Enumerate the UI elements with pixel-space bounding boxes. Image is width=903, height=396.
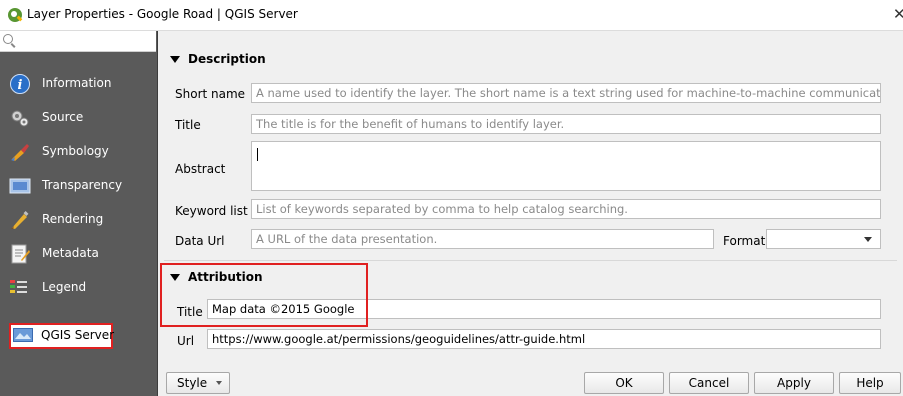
sidebar-item-label: Rendering	[42, 212, 104, 226]
format-select[interactable]	[766, 229, 881, 249]
sidebar-search-input[interactable]	[0, 31, 156, 52]
close-icon[interactable]: ✕	[893, 5, 903, 23]
format-label: Format	[723, 234, 766, 248]
description-header[interactable]: Description	[170, 52, 266, 66]
style-button-label: Style	[177, 376, 208, 390]
short-name-input[interactable]: A name used to identify the layer. The s…	[251, 83, 881, 103]
apply-button[interactable]: Apply	[754, 372, 834, 394]
sidebar-item-label: Transparency	[42, 178, 123, 192]
keyword-list-label: Keyword list	[175, 204, 248, 218]
cancel-button[interactable]: Cancel	[669, 372, 749, 394]
text-caret	[257, 148, 258, 161]
qgis-logo-icon	[8, 8, 22, 22]
abstract-textarea[interactable]	[251, 141, 881, 191]
sidebar-item-symbology[interactable]: Symbology	[0, 135, 156, 169]
sidebar-item-source[interactable]: Source	[0, 101, 156, 135]
button-bar: Style OK Cancel Apply Help	[158, 371, 903, 396]
data-url-label: Data Url	[175, 234, 225, 248]
legend-icon	[10, 280, 27, 293]
search-icon	[3, 34, 13, 44]
title-bar: Layer Properties - Google Road | QGIS Se…	[0, 0, 903, 31]
symbology-icon	[11, 144, 29, 161]
chevron-down-icon	[864, 237, 872, 242]
sidebar: i Information Source Symbology Transpare…	[0, 31, 158, 396]
svg-text:i: i	[18, 78, 23, 93]
keyword-list-input[interactable]: List of keywords separated by comma to h…	[251, 199, 881, 219]
attribution-url-input[interactable]: https://www.google.at/permissions/geogui…	[207, 329, 881, 349]
sidebar-item-transparency[interactable]: Transparency	[0, 169, 156, 203]
sidebar-item-qgis-server[interactable]: QGIS Server	[9, 323, 115, 349]
rendering-icon	[11, 211, 29, 229]
attribution-url-label: Url	[177, 334, 195, 348]
data-url-input[interactable]: A URL of the data presentation.	[251, 229, 714, 249]
source-icon	[11, 110, 29, 127]
sidebar-item-label: Source	[42, 110, 84, 124]
sidebar-item-label: Symbology	[42, 144, 109, 158]
chevron-down-icon	[216, 381, 222, 385]
transparency-icon	[9, 178, 31, 194]
ok-button[interactable]: OK	[584, 372, 664, 394]
sidebar-item-rendering[interactable]: Rendering	[0, 203, 156, 237]
sidebar-item-metadata[interactable]: Metadata	[0, 237, 156, 271]
main-panel: Description Short name A name used to id…	[158, 31, 903, 396]
title-input[interactable]: The title is for the benefit of humans t…	[251, 114, 881, 134]
style-button[interactable]: Style	[166, 372, 230, 394]
sidebar-item-label: Metadata	[42, 246, 99, 260]
abstract-label: Abstract	[175, 162, 226, 176]
qgis-server-icon	[13, 328, 33, 342]
title-label: Title	[175, 118, 201, 132]
metadata-icon	[11, 244, 30, 264]
sidebar-item-label: Legend	[42, 280, 87, 294]
description-header-label: Description	[188, 52, 266, 66]
attribution-highlight-box	[160, 263, 368, 327]
short-name-label: Short name	[175, 87, 246, 101]
sidebar-item-information[interactable]: i Information	[0, 67, 156, 101]
sidebar-item-legend[interactable]: Legend	[0, 271, 156, 305]
collapse-triangle-icon	[170, 56, 180, 63]
sidebar-item-label: QGIS Server	[41, 328, 115, 342]
sidebar-item-label: Information	[42, 76, 112, 90]
information-icon: i	[10, 74, 30, 94]
window-title: Layer Properties - Google Road | QGIS Se…	[27, 7, 298, 21]
section-divider	[164, 260, 897, 261]
help-button[interactable]: Help	[839, 372, 901, 394]
